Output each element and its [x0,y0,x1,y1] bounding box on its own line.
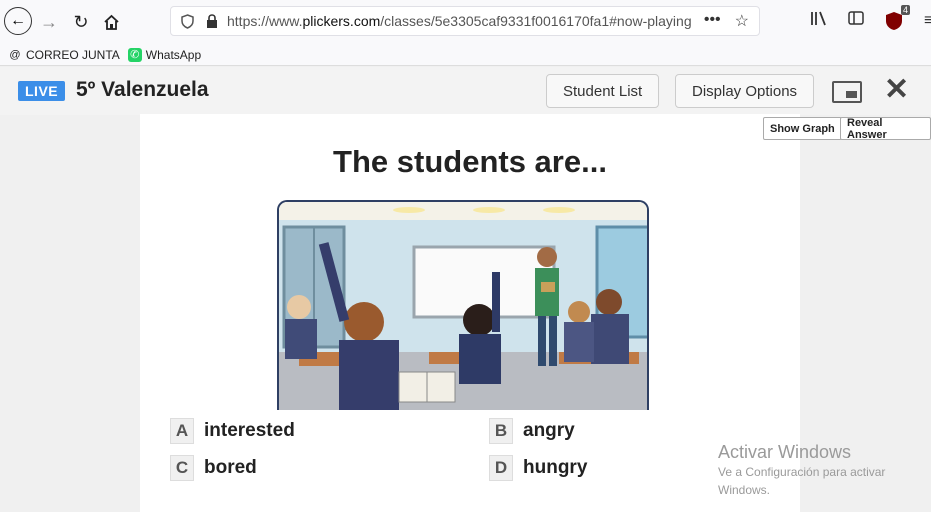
question-slide: The students are... A interested B angry… [140,114,800,512]
back-arrow-icon[interactable]: ← [4,7,32,35]
url-bar[interactable]: https://www.plickers.com/classes/5e3305c… [170,6,760,36]
choice-text: hungry [523,457,588,478]
watermark-title: Activar Windows [718,442,852,462]
bookmark-label: WhatsApp [145,47,202,62]
bookmark-label: CORREO JUNTA [26,47,120,62]
browser-toolbar: ← → ↻ https://www.plickers.com/classes/5… [0,0,931,44]
ublock-icon[interactable]: 4 [884,4,910,31]
lock-icon[interactable] [205,13,219,29]
forward-arrow-icon[interactable]: → [36,9,62,35]
class-name: 5º Valenzuela [76,78,209,101]
url-path: /classes/5e3305caf9331f0016170fa1#now-pl… [380,13,692,29]
bookmark-whatsapp[interactable]: ✆ WhatsApp [127,47,202,62]
library-icon[interactable] [810,10,828,31]
more-actions-icon[interactable]: ••• [704,11,721,31]
bookmark-star-icon[interactable]: ☆ [735,11,749,31]
question-image [277,200,649,410]
url-text[interactable]: https://www.plickers.com/classes/5e3305c… [227,13,692,29]
bookmarks-bar: @ CORREO JUNTA ✆ WhatsApp [0,44,931,66]
choice-letter: D [489,455,513,481]
choice-text: angry [523,420,575,441]
choice-d: D hungry [489,455,587,481]
choice-text: interested [204,420,295,441]
question-text: The students are... [333,144,607,179]
url-prefix: https://www. [227,13,303,29]
choice-a: A interested [170,418,295,444]
app-header: LIVE 5º Valenzuela Student List Display … [0,67,931,115]
url-host: plickers.com [302,13,381,29]
show-graph-button[interactable]: Show Graph [763,117,842,140]
choice-c: C bored [170,455,257,481]
reveal-answer-button[interactable]: Reveal Answer [840,117,931,141]
reload-icon[interactable]: ↻ [68,9,94,35]
sidebar-icon[interactable] [848,10,864,31]
minimize-window-icon[interactable] [832,81,862,103]
home-icon[interactable] [98,9,124,35]
watermark-subtitle: Ve a Configuración para activar Windows. [718,465,886,497]
choice-b: B angry [489,418,575,444]
close-icon[interactable]: ✕ [884,75,909,105]
choice-letter: C [170,455,194,481]
bookmark-correo-junta[interactable]: @ CORREO JUNTA [8,47,120,62]
whatsapp-icon: ✆ [127,47,142,62]
ublock-badge: 4 [900,4,910,15]
choice-letter: B [489,418,513,444]
at-icon: @ [9,48,21,61]
choice-text: bored [204,457,257,478]
choice-letter: A [170,418,194,444]
windows-activation-watermark: Activar Windows Ve a Configuración para … [718,442,918,499]
live-badge: LIVE [18,81,66,101]
shield-icon[interactable] [179,12,195,30]
student-list-button[interactable]: Student List [546,74,660,108]
display-options-button[interactable]: Display Options [675,74,815,108]
menu-icon[interactable]: ≡ [924,12,931,30]
